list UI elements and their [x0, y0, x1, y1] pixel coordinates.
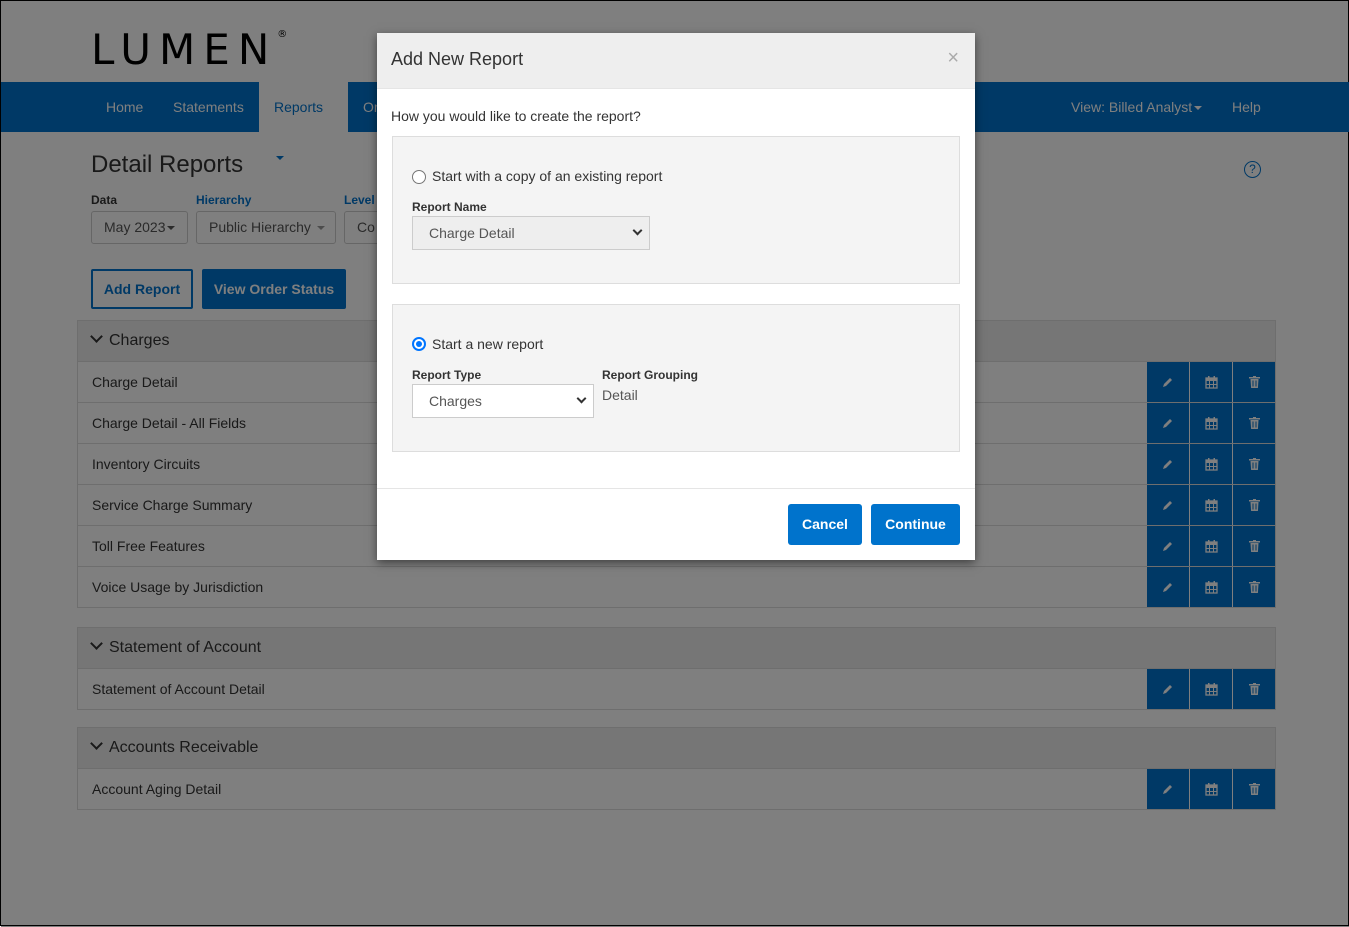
- report-grouping-label: Report Grouping: [602, 368, 698, 382]
- report-name-select[interactable]: Charge Detail: [412, 216, 650, 250]
- report-grouping-value: Detail: [602, 387, 638, 403]
- chevron-down-icon: [632, 225, 643, 236]
- copy-option-box: Start with a copy of an existing report …: [392, 136, 960, 284]
- modal-footer-divider: [377, 488, 975, 489]
- report-name-label: Report Name: [412, 200, 487, 214]
- report-type-select[interactable]: Charges: [412, 384, 594, 418]
- continue-button[interactable]: Continue: [871, 504, 960, 545]
- start-new-label[interactable]: Start a new report: [432, 336, 543, 352]
- chevron-down-icon: [576, 393, 587, 404]
- copy-existing-radio[interactable]: [412, 170, 426, 184]
- modal-title: Add New Report: [377, 33, 975, 89]
- start-new-radio[interactable]: [412, 337, 426, 351]
- new-report-box: Start a new report Report Type Charges R…: [392, 304, 960, 452]
- close-icon[interactable]: ×: [947, 47, 959, 70]
- cancel-button[interactable]: Cancel: [788, 504, 862, 545]
- copy-existing-label[interactable]: Start with a copy of an existing report: [432, 168, 662, 184]
- modal-question: How you would like to create the report?: [391, 108, 641, 124]
- add-new-report-modal: Add New Report × How you would like to c…: [377, 33, 975, 560]
- report-type-label: Report Type: [412, 368, 482, 382]
